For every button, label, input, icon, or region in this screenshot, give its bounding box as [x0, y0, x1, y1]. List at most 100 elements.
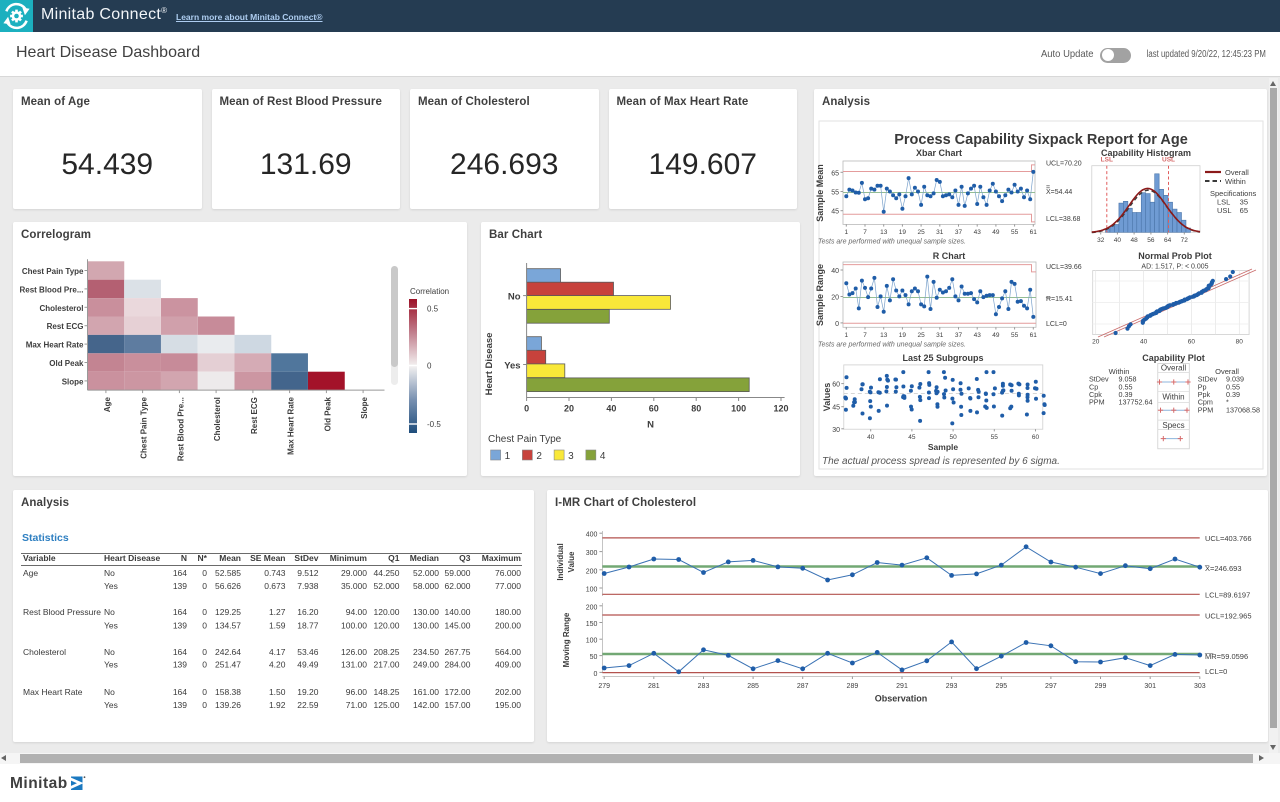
svg-text:40: 40 — [867, 434, 875, 441]
svg-text:145.00: 145.00 — [445, 620, 471, 630]
svg-text:0.5: 0.5 — [427, 305, 439, 314]
svg-text:Within: Within — [1225, 177, 1246, 186]
svg-text:Age: Age — [23, 568, 38, 578]
svg-text:Sample Range: Sample Range — [815, 264, 825, 326]
svg-text:Chest Pain Type: Chest Pain Type — [140, 397, 149, 459]
svg-text:60: 60 — [649, 404, 659, 414]
svg-text:N*: N* — [198, 553, 208, 563]
svg-text:Minimum: Minimum — [330, 553, 368, 563]
svg-text:299: 299 — [1095, 683, 1107, 690]
svg-text:0: 0 — [202, 581, 207, 591]
svg-text:55: 55 — [1011, 229, 1019, 236]
svg-text:N: N — [647, 420, 654, 431]
svg-text:77.000: 77.000 — [495, 581, 521, 591]
svg-text:LCL=89.6197: LCL=89.6197 — [1205, 591, 1250, 600]
svg-text:3: 3 — [568, 451, 574, 462]
svg-text:0: 0 — [427, 362, 432, 371]
svg-text:139.26: 139.26 — [215, 700, 241, 710]
svg-text:200.00: 200.00 — [495, 620, 521, 630]
svg-text:48: 48 — [1130, 237, 1138, 244]
svg-text:1.27: 1.27 — [269, 607, 286, 617]
svg-text:120.00: 120.00 — [374, 620, 400, 630]
svg-text:LCL=38.68: LCL=38.68 — [1046, 216, 1081, 223]
svg-text:35.000: 35.000 — [341, 581, 367, 591]
svg-text:LSL: LSL — [1101, 157, 1113, 164]
svg-text:242.64: 242.64 — [215, 647, 241, 657]
svg-text:-0.5: -0.5 — [427, 420, 441, 429]
svg-text:Within: Within — [1162, 393, 1184, 402]
svg-text:Rest Blood Pressure: Rest Blood Pressure — [23, 607, 101, 617]
svg-text:281: 281 — [648, 683, 660, 690]
svg-text:60: 60 — [1032, 434, 1040, 441]
svg-text:Max Heart Rate: Max Heart Rate — [23, 687, 83, 697]
svg-text:45: 45 — [832, 405, 840, 412]
svg-text:Rest Blood Pre...: Rest Blood Pre... — [19, 285, 83, 294]
svg-text:9.512: 9.512 — [297, 568, 319, 578]
svg-text:Mean: Mean — [219, 553, 241, 563]
svg-text:16.20: 16.20 — [297, 607, 319, 617]
svg-text:40: 40 — [1114, 237, 1122, 244]
svg-text:400: 400 — [586, 532, 598, 539]
svg-text:25: 25 — [917, 332, 925, 339]
svg-text:R=15.41: R=15.41 — [1046, 296, 1073, 303]
svg-text:157.00: 157.00 — [445, 700, 471, 710]
svg-text:SE Mean: SE Mean — [250, 553, 285, 563]
svg-text:61: 61 — [1030, 229, 1038, 236]
svg-text:Old Peak: Old Peak — [49, 359, 84, 368]
svg-text:130.00: 130.00 — [413, 607, 439, 617]
svg-text:139: 139 — [173, 700, 187, 710]
svg-text:200: 200 — [586, 604, 598, 611]
svg-text:LCL=0: LCL=0 — [1046, 321, 1067, 328]
svg-text:Observation: Observation — [875, 694, 928, 704]
svg-text:Capability Plot: Capability Plot — [1142, 353, 1205, 363]
svg-text:65: 65 — [1240, 206, 1248, 215]
svg-text:AD: 1.517, P: < 0.005: AD: 1.517, P: < 0.005 — [1141, 264, 1208, 271]
svg-text:409.00: 409.00 — [495, 660, 521, 670]
svg-text:267.75: 267.75 — [445, 647, 471, 657]
svg-text:139: 139 — [173, 620, 187, 630]
svg-text:297: 297 — [1045, 683, 1057, 690]
svg-text:0: 0 — [524, 404, 529, 414]
svg-text:0: 0 — [202, 647, 207, 657]
svg-text:142.00: 142.00 — [413, 700, 439, 710]
svg-text:96.00: 96.00 — [346, 687, 368, 697]
svg-text:40: 40 — [1140, 339, 1148, 346]
svg-text:R Chart: R Chart — [933, 251, 966, 261]
svg-text:50: 50 — [949, 434, 957, 441]
svg-text:80: 80 — [691, 404, 701, 414]
svg-text:172.00: 172.00 — [445, 687, 471, 697]
svg-text:137068.58: 137068.58 — [1226, 405, 1260, 414]
svg-text:LCL=0: LCL=0 — [1205, 667, 1227, 676]
svg-text:Q1: Q1 — [388, 553, 400, 563]
svg-text:Rest ECG: Rest ECG — [47, 322, 84, 331]
svg-text:37: 37 — [955, 229, 963, 236]
svg-text:Process Capability Sixpack Rep: Process Capability Sixpack Report for Ag… — [894, 132, 1188, 148]
svg-text:130.00: 130.00 — [413, 620, 439, 630]
svg-text:72: 72 — [1181, 237, 1189, 244]
svg-text:Variable: Variable — [23, 553, 56, 563]
svg-text:Slope: Slope — [360, 397, 369, 419]
svg-text:Chest Pain Type: Chest Pain Type — [22, 267, 84, 276]
svg-text:Rest Blood Pre...: Rest Blood Pre... — [176, 397, 185, 461]
svg-text:4.20: 4.20 — [269, 660, 286, 670]
svg-text:USL: USL — [1217, 206, 1232, 215]
svg-text:PPM: PPM — [1089, 398, 1105, 407]
svg-text:Heart Disease: Heart Disease — [484, 333, 495, 396]
svg-text:Correlation: Correlation — [410, 287, 449, 296]
svg-text:284.00: 284.00 — [445, 660, 471, 670]
svg-text:100: 100 — [586, 587, 598, 594]
svg-text:0: 0 — [202, 607, 207, 617]
svg-text:161.00: 161.00 — [413, 687, 439, 697]
svg-text:30: 30 — [832, 427, 840, 434]
svg-text:49: 49 — [992, 229, 1000, 236]
svg-text:45: 45 — [908, 434, 916, 441]
svg-text:1.59: 1.59 — [269, 620, 286, 630]
svg-text:19: 19 — [899, 332, 907, 339]
svg-text:X=246.693: X=246.693 — [1205, 564, 1242, 573]
svg-text:1: 1 — [505, 451, 511, 462]
svg-text:134.57: 134.57 — [215, 620, 241, 630]
svg-text:43: 43 — [974, 229, 982, 236]
svg-text:UCL=192.965: UCL=192.965 — [1205, 612, 1252, 621]
svg-text:195.00: 195.00 — [495, 700, 521, 710]
svg-text:0.743: 0.743 — [264, 568, 286, 578]
